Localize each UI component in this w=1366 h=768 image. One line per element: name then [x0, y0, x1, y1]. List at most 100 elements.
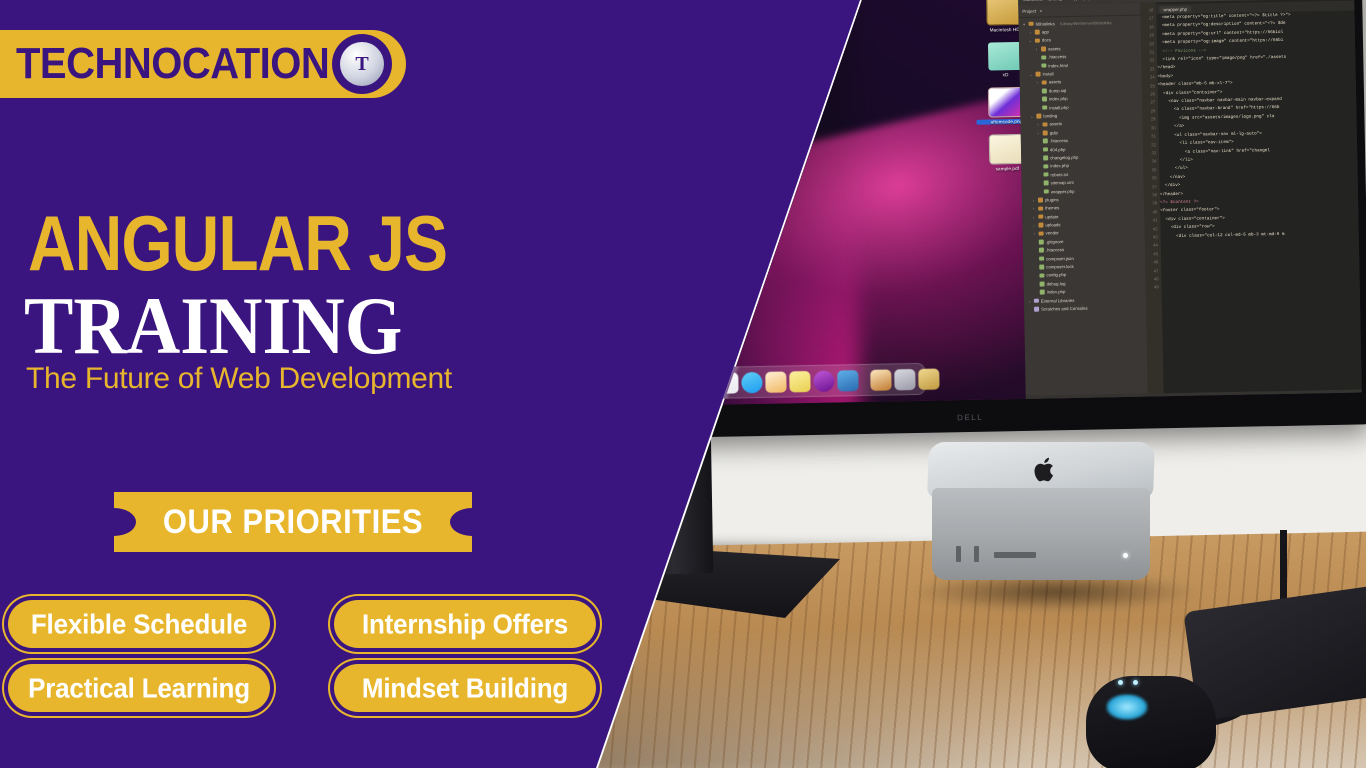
line-number: 19 — [1149, 32, 1154, 38]
tree-item-label: wrapper.php — [1050, 188, 1075, 194]
priority-pill-flexible-schedule[interactable]: Flexible Schedule — [8, 600, 270, 648]
chevron-down-icon[interactable]: ▾ — [1040, 8, 1042, 13]
globe-monogram-icon: T — [340, 42, 384, 86]
monitor-stand-neck — [638, 423, 714, 575]
line-number: 25 — [1150, 83, 1155, 89]
tree-item-label: changelog.php — [1050, 154, 1079, 161]
chevron-down-icon[interactable]: ▾ — [1022, 21, 1027, 27]
chevron-icon[interactable]: ⌄ — [1028, 38, 1033, 43]
chevron-icon[interactable]: › — [1035, 122, 1040, 127]
priority-pill-internship-offers[interactable]: Internship Offers — [334, 600, 596, 648]
breadcrumb-item[interactable]: 66biolinks — [1023, 0, 1043, 2]
line-number: 43 — [1152, 234, 1158, 240]
monitor-screen: Macintosh HD xD aftumcode.png sample.pdf… — [598, 0, 1362, 408]
chevron-icon[interactable]: ⌄ — [1029, 72, 1034, 77]
filezilla-icon[interactable] — [693, 372, 715, 394]
photos-icon[interactable] — [894, 368, 916, 390]
folder-icon — [1034, 38, 1040, 43]
line-number: 30 — [1150, 125, 1156, 131]
priority-pill-mindset-building[interactable]: Mindset Building — [334, 664, 596, 712]
ribbon-label: OUR PRIORITIES — [162, 501, 424, 542]
tree-item-label: debug.log — [1046, 280, 1066, 287]
sublime-icon[interactable] — [669, 372, 691, 395]
chevron-icon[interactable]: › — [1028, 30, 1033, 35]
priorities-ribbon: OUR PRIORITIES — [92, 492, 494, 552]
chevron-icon[interactable]: › — [1035, 80, 1040, 85]
mouse-logo-glow — [1106, 694, 1148, 720]
tree-item-label: config.php — [1046, 272, 1067, 278]
folder-icon — [1041, 46, 1047, 52]
file-icon — [1039, 273, 1045, 278]
project-tree-panel[interactable]: Project ▾ ▾ 66biolinks /Library/WebServe… — [1018, 2, 1148, 396]
chevron-icon[interactable]: ⌄ — [1029, 114, 1034, 119]
folder-icon — [1042, 122, 1048, 127]
phpstorm-window[interactable]: File Edit View Navigate Code Refactor Ru… — [1017, 0, 1362, 408]
code-content[interactable]: <meta property="og:title" content="<?= $… — [1156, 10, 1361, 241]
line-number: 47 — [1153, 267, 1159, 274]
folder-icon — [1041, 80, 1047, 85]
tree-item-label: index.php — [1048, 96, 1068, 102]
usb-port-icon — [974, 546, 979, 562]
tree-item-label: robots.txt — [1050, 171, 1069, 178]
line-number: 18 — [1148, 24, 1154, 30]
line-number: 49 — [1153, 284, 1159, 290]
brand-name: TECHNOCATION — [16, 39, 330, 88]
line-number: 36 — [1151, 175, 1157, 181]
tree-item-label: index.php — [1046, 289, 1066, 295]
chevron-icon[interactable]: › — [1032, 231, 1037, 236]
chevron-icon[interactable]: › — [1031, 223, 1036, 228]
preview-icon[interactable] — [870, 368, 892, 391]
line-number: 46 — [1153, 259, 1159, 265]
folder-icon — [987, 41, 1023, 71]
tree-item-label: assets — [1049, 121, 1062, 127]
code-editor[interactable]: wrapper.php <meta property="og:title" co… — [1156, 0, 1362, 394]
tree-item-label: vendor — [1045, 230, 1059, 236]
notes-icon[interactable] — [789, 370, 811, 392]
folder-icon — [1038, 231, 1044, 236]
file-tree[interactable]: ▾ 66biolinks /Library/WebServer/66biolin… — [1018, 16, 1146, 314]
maps-icon[interactable] — [621, 373, 643, 396]
line-number: 26 — [1150, 91, 1156, 97]
chevron-icon[interactable]: › — [1036, 130, 1041, 135]
line-number: 24 — [1149, 74, 1155, 80]
home-icon[interactable] — [765, 370, 787, 393]
tree-row[interactable]: Scratches and Consoles — [1027, 303, 1146, 314]
editor-tab[interactable]: wrapper.php — [1159, 5, 1192, 13]
file-icon — [1043, 172, 1049, 177]
file-icon — [1043, 155, 1049, 161]
breadcrumb-item[interactable]: landing — [1048, 0, 1062, 1]
finder-icon[interactable] — [598, 374, 619, 396]
tree-item-label: sitemap.xml — [1050, 180, 1074, 186]
chevron-icon[interactable]: › — [1031, 206, 1036, 211]
monitor-brand-label: DELL — [957, 412, 984, 423]
phpstorm-icon[interactable] — [645, 373, 667, 395]
file-icon — [1042, 138, 1048, 144]
tree-item-label: 66biolinks — [1035, 20, 1055, 27]
chevron-icon[interactable]: › — [1034, 46, 1039, 51]
apple-logo-icon — [1034, 457, 1054, 482]
macos-dock[interactable] — [598, 362, 940, 402]
line-number: 23 — [1149, 66, 1155, 72]
chevron-icon[interactable]: › — [1031, 214, 1036, 219]
tree-item-label: docs — [1041, 37, 1052, 43]
priorities-list: Flexible Schedule Internship Offers Prac… — [8, 600, 628, 728]
usb-port-icon — [956, 546, 961, 562]
brand-logo-bar[interactable]: TECHNOCATION T — [0, 30, 406, 98]
firefox-icon[interactable] — [813, 370, 835, 392]
chevron-icon[interactable]: › — [1027, 298, 1032, 303]
folder-icon — [1038, 206, 1044, 211]
trash-icon[interactable] — [918, 368, 940, 390]
headline-line-2: TRAINING — [24, 281, 403, 372]
tools-icon[interactable] — [837, 369, 859, 391]
tree-item-label: index.php — [1050, 163, 1070, 169]
line-number: 41 — [1152, 217, 1158, 223]
messenger-icon[interactable] — [717, 371, 739, 394]
twitter-icon[interactable] — [741, 371, 763, 393]
chevron-icon[interactable]: › — [1031, 198, 1036, 203]
line-number: 33 — [1151, 150, 1157, 156]
priority-pill-practical-learning[interactable]: Practical Learning — [8, 664, 270, 712]
priority-label: Mindset Building — [361, 671, 569, 704]
tree-item-label: install — [1042, 71, 1054, 77]
breadcrumb-item[interactable]: wrapper.php — [1067, 0, 1091, 1]
tree-item-label: .htaccess — [1048, 54, 1067, 60]
